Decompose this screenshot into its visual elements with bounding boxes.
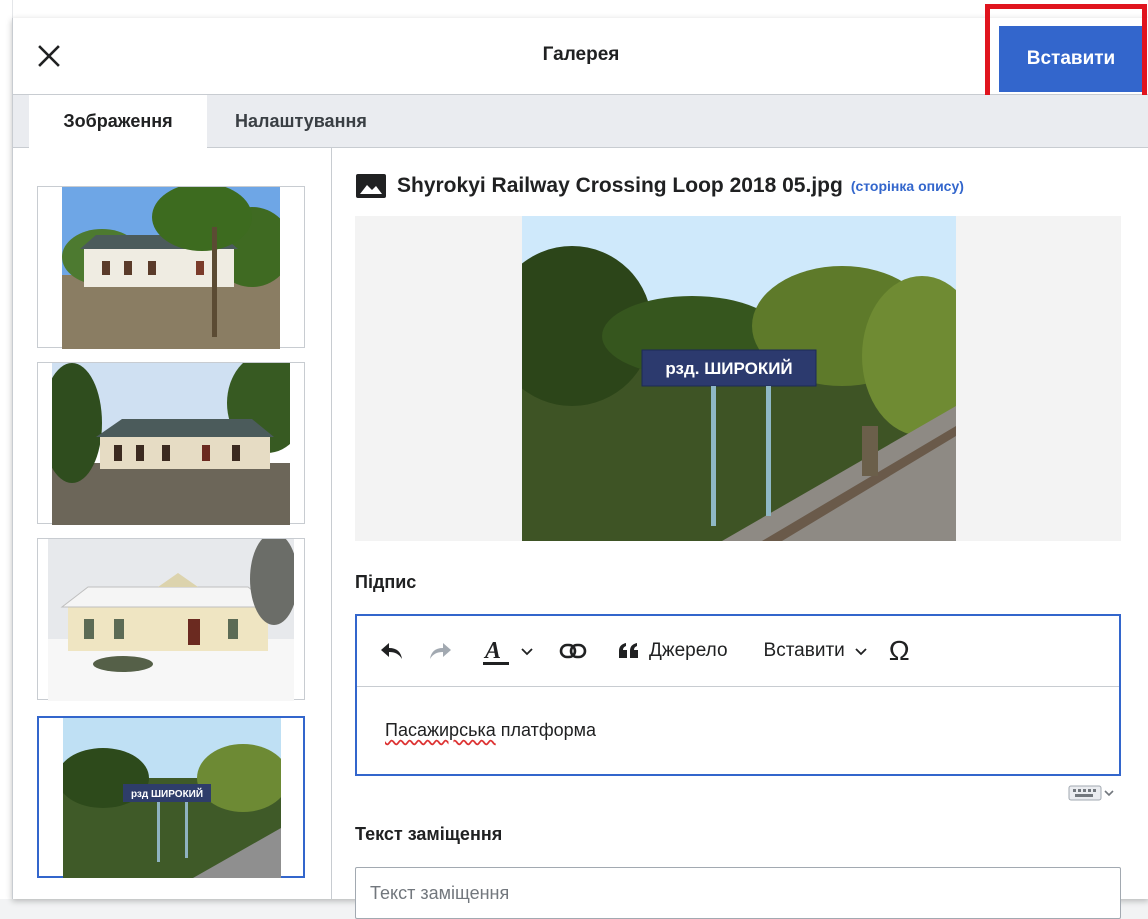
- dialog-title: Галерея: [542, 44, 620, 65]
- file-row: Shyrokyi Railway Crossing Loop 2018 05.j…: [355, 168, 964, 204]
- redo-button[interactable]: [427, 640, 453, 662]
- dialog-header: Галерея Вставити: [13, 4, 1148, 100]
- caption-editor: A Джерело Вставити Ω Пасажирська платфор…: [355, 614, 1121, 776]
- chevron-down-icon: [521, 648, 533, 656]
- image-icon: [356, 174, 386, 198]
- station-winter-photo-icon: [48, 539, 294, 701]
- file-name: Shyrokyi Railway Crossing Loop 2018 05.j…: [397, 174, 843, 197]
- gallery-thumbnail[interactable]: [37, 186, 305, 349]
- cite-button[interactable]: Джерело: [617, 640, 728, 662]
- keyboard-icon[interactable]: [1067, 782, 1119, 804]
- insert-button[interactable]: Вставити: [999, 26, 1143, 92]
- link-button[interactable]: [559, 641, 587, 661]
- svg-text:рзд ШИРОКИЙ: рзд ШИРОКИЙ: [131, 787, 203, 800]
- station-building-photo-icon: [52, 363, 290, 525]
- cite-label: Джерело: [649, 640, 728, 661]
- caption-label: Підпис: [355, 572, 417, 592]
- caption-text-rest: платформа: [495, 720, 597, 740]
- preview-sign-text: рзд. ШИРОКИЙ: [665, 359, 792, 378]
- gallery-thumbnail[interactable]: [37, 538, 305, 701]
- background-top: [0, 0, 1148, 18]
- platform-sign-photo-icon: рзд. ШИРОКИЙ: [522, 216, 956, 541]
- gallery-dialog: Галерея Вставити Зображення Налаштування: [12, 4, 1148, 919]
- station-building-photo-icon: [62, 187, 280, 349]
- tab-settings[interactable]: Налаштування: [227, 95, 375, 147]
- image-details-panel: Shyrokyi Railway Crossing Loop 2018 05.j…: [355, 148, 1125, 919]
- caption-text-misspelled: Пасажирська: [385, 720, 496, 740]
- alt-text-input[interactable]: [355, 867, 1121, 919]
- tab-bar: Зображення Налаштування: [13, 95, 1148, 148]
- insert-menu-label: Вставити: [763, 640, 845, 661]
- platform-sign-photo-icon: рзд ШИРОКИЙ: [63, 718, 281, 878]
- svg-text:A: A: [483, 638, 501, 664]
- special-character-button[interactable]: Ω: [889, 635, 910, 667]
- caption-text[interactable]: Пасажирська платформа: [385, 720, 596, 741]
- gallery-thumbnail-selected[interactable]: рзд ШИРОКИЙ: [37, 716, 305, 878]
- undo-icon: [381, 643, 402, 659]
- description-page-link[interactable]: (сторінка опису): [851, 178, 964, 194]
- alt-text-label: Текст заміщення: [355, 824, 503, 844]
- redo-icon: [430, 643, 451, 659]
- chevron-down-icon: [855, 648, 867, 656]
- image-preview: рзд. ШИРОКИЙ: [355, 216, 1121, 541]
- gallery-thumbnail-list: рзд ШИРОКИЙ: [13, 148, 332, 899]
- text-style-menu[interactable]: A: [483, 637, 535, 665]
- caption-toolbar: A Джерело Вставити Ω: [357, 616, 1119, 687]
- quote-icon: [619, 643, 638, 658]
- tab-images[interactable]: Зображення: [29, 95, 207, 148]
- link-icon: [559, 643, 587, 659]
- omega-icon: Ω: [888, 635, 910, 666]
- text-style-icon: A: [483, 638, 509, 665]
- undo-button[interactable]: [379, 640, 405, 662]
- gallery-thumbnail[interactable]: [37, 362, 305, 525]
- insert-menu[interactable]: Вставити: [764, 640, 869, 662]
